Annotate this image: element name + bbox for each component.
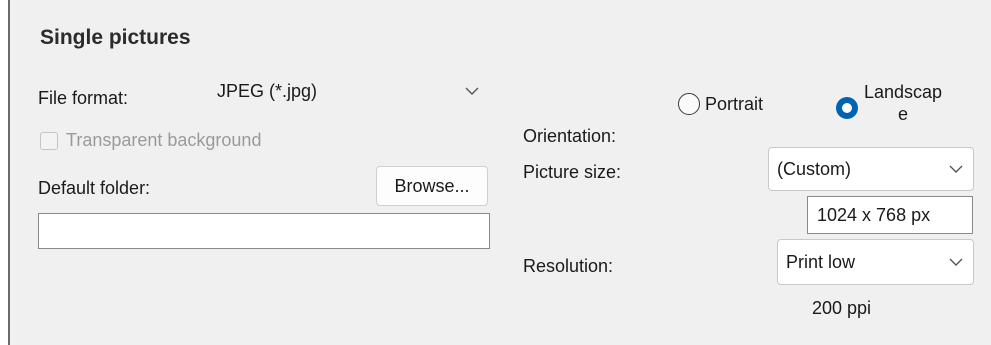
portrait-label: Portrait xyxy=(705,93,764,114)
transparent-background-checkbox[interactable]: Transparent background xyxy=(40,130,261,151)
default-folder-input[interactable] xyxy=(38,213,490,249)
resolution-ppi: 200 ppi xyxy=(812,298,872,318)
browse-button[interactable]: Browse... xyxy=(376,166,488,206)
chevron-down-icon xyxy=(939,165,973,174)
default-folder-label: Default folder: xyxy=(38,178,151,198)
resolution-label: Resolution: xyxy=(523,256,614,276)
picture-size-label: Picture size: xyxy=(523,162,622,182)
file-format-value: JPEG (*.jpg) xyxy=(217,80,318,101)
orientation-label: Orientation: xyxy=(523,126,617,146)
picture-size-dropdown[interactable]: (Custom) xyxy=(768,147,974,191)
checkbox-box xyxy=(40,131,58,150)
landscape-radio[interactable]: Landscap e xyxy=(836,81,942,125)
export-settings-panel: Single pictures File format: JPEG (*.jpg… xyxy=(8,0,991,345)
section-title: Single pictures xyxy=(40,26,191,49)
radio-unselected-icon xyxy=(678,93,700,115)
radio-selected-icon xyxy=(836,97,858,119)
chevron-down-icon xyxy=(939,258,973,267)
portrait-radio[interactable]: Portrait xyxy=(678,93,763,115)
chevron-down-icon xyxy=(455,87,489,96)
picture-size-value: (Custom) xyxy=(777,158,852,179)
file-format-dropdown[interactable]: JPEG (*.jpg) xyxy=(208,70,490,112)
picture-dimensions-field[interactable]: 1024 x 768 px xyxy=(807,196,973,234)
resolution-dropdown[interactable]: Print low xyxy=(777,239,974,285)
file-format-label: File format: xyxy=(38,88,129,108)
landscape-label-line1: Landscap xyxy=(864,82,943,102)
transparent-background-label: Transparent background xyxy=(66,130,262,150)
resolution-value: Print low xyxy=(786,251,856,272)
landscape-label-line2: e xyxy=(898,104,909,124)
